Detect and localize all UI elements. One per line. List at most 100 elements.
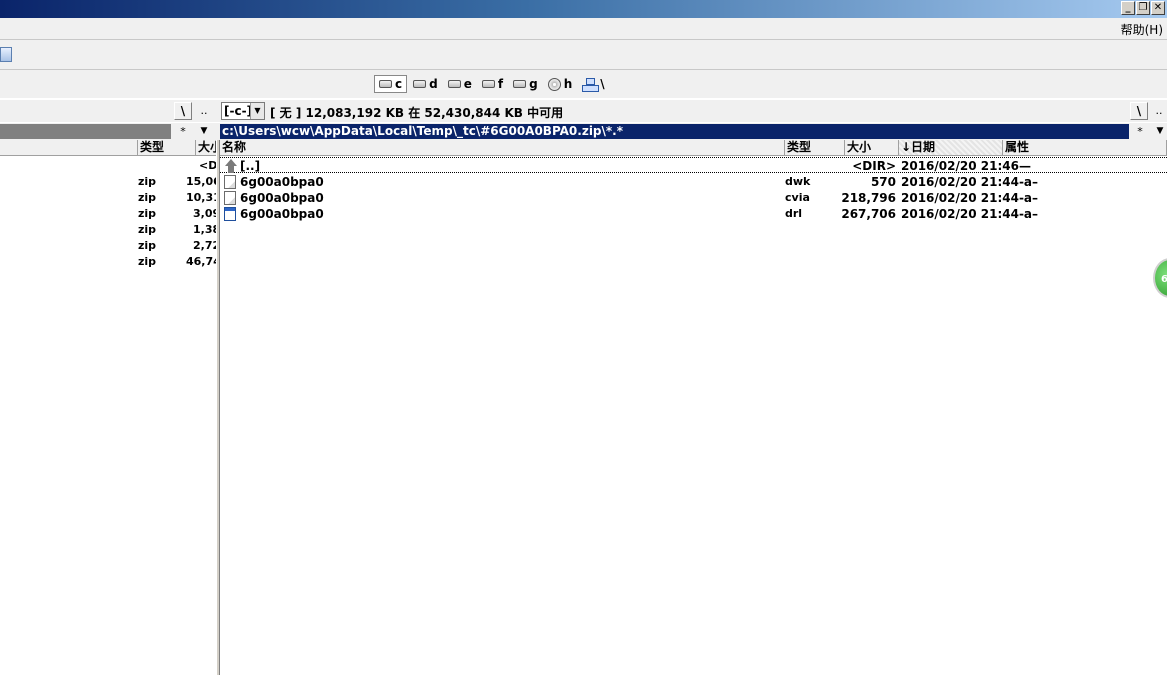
list-item[interactable]: zip 1,38 — [0, 221, 216, 237]
file-type: zip — [138, 207, 157, 220]
file-name: 6g00a0bpa0 — [240, 191, 324, 205]
drive-label: h — [563, 77, 573, 91]
file-size: 3,09 — [193, 207, 216, 220]
drive-label: d — [429, 77, 438, 91]
right-root-button[interactable]: \ — [1130, 102, 1148, 120]
file-size: 10,31 — [186, 191, 216, 204]
column-header-date[interactable]: ↓日期 — [899, 140, 1003, 156]
list-item[interactable]: zip 3,09 — [0, 205, 216, 221]
window-file-icon — [224, 207, 236, 221]
left-column-header-name[interactable] — [0, 140, 138, 156]
title-bar: _ ❐ ✕ — [0, 0, 1167, 18]
file-size: <DIR> — [852, 159, 896, 173]
right-file-panel[interactable]: 名称 类型 大小 ↓日期 属性 [..] <DIR> 2016/02/20 21… — [220, 140, 1167, 675]
file-type: zip — [138, 191, 157, 204]
left-file-panel[interactable]: 类型 大小 <DIR> zip 15,06 zip 10,31 zip 3,09… — [0, 140, 216, 675]
chevron-down-icon[interactable]: ▼ — [250, 103, 264, 119]
file-date: 2016/02/20 21:46— — [901, 159, 1031, 173]
hard-disk-icon — [447, 80, 461, 88]
window-controls: _ ❐ ✕ — [1121, 1, 1165, 15]
file-name: 6g00a0bpa0 — [240, 207, 324, 221]
right-path-bar[interactable]: c:\Users\wcw\AppData\Local\Temp\_tc\#6G0… — [220, 124, 1129, 139]
hard-disk-icon — [413, 80, 427, 88]
left-path-bar[interactable] — [0, 124, 171, 139]
file-icon — [224, 191, 236, 205]
drive-label: g — [529, 77, 538, 91]
column-header-type[interactable]: 类型 — [785, 140, 845, 156]
file-type: zip — [138, 175, 157, 188]
hard-disk-icon — [513, 80, 527, 88]
file-name: [..] — [240, 159, 261, 173]
file-type: dwk — [785, 175, 811, 188]
file-size: 2,72 — [193, 239, 216, 252]
file-size: 1,38 — [193, 223, 216, 236]
list-item[interactable]: zip 2,72 — [0, 237, 216, 253]
list-item[interactable]: zip 46,74 — [0, 253, 216, 269]
drive-button-e[interactable]: e — [444, 75, 476, 93]
file-size: 46,74 — [186, 255, 216, 268]
file-size: 15,06 — [186, 175, 216, 188]
table-row[interactable]: 6g00a0bpa0 dwk 570 2016/02/20 21:44-a– — [220, 174, 1167, 190]
network-icon — [582, 77, 600, 92]
file-size: 570 — [870, 175, 896, 189]
free-space-info: [ 无 ] 12,083,192 KB 在 52,430,844 KB 中可用 — [270, 106, 564, 120]
drive-label: e — [463, 77, 472, 91]
drive-button-c[interactable]: c — [374, 75, 408, 93]
drive-select-value: [-c-] — [224, 104, 253, 118]
list-item[interactable]: <DIR> — [0, 157, 216, 173]
drive-info-row: \ .. [-c-] ▼ [ 无 ] 12,083,192 KB 在 52,43… — [0, 100, 1167, 122]
table-row[interactable]: 6g00a0bpa0 cvia 218,796 2016/02/20 21:44… — [220, 190, 1167, 206]
right-history-button[interactable]: ▼ — [1152, 124, 1167, 139]
file-size: <DIR> — [199, 159, 216, 172]
table-row[interactable]: 6g00a0bpa0 drl 267,706 2016/02/20 21:44-… — [220, 206, 1167, 222]
list-item[interactable]: zip 10,31 — [0, 189, 216, 205]
path-row: * ▼ c:\Users\wcw\AppData\Local\Temp\_tc\… — [0, 123, 1167, 140]
file-icon — [224, 175, 236, 189]
drive-label: \ — [600, 77, 605, 91]
file-type: cvia — [785, 191, 810, 204]
drive-button-g[interactable]: g — [509, 75, 542, 93]
file-type: zip — [138, 239, 157, 252]
file-date: 2016/02/20 21:44-a– — [901, 175, 1039, 189]
up-icon — [224, 159, 237, 173]
cdrom-icon — [547, 77, 561, 91]
drive-label: f — [497, 77, 504, 91]
menu-help[interactable]: 帮助(H) — [1121, 21, 1163, 38]
right-filter-button[interactable]: * — [1132, 124, 1148, 139]
drive-button-h[interactable]: h — [544, 75, 577, 93]
restore-button[interactable]: ❐ — [1136, 1, 1150, 15]
column-header-name[interactable]: 名称 — [220, 140, 785, 156]
minimize-button[interactable]: _ — [1121, 1, 1135, 15]
file-size: 218,796 — [841, 191, 896, 205]
column-header-size[interactable]: 大小 — [845, 140, 899, 156]
drive-button-d[interactable]: d — [409, 75, 442, 93]
left-column-header-type[interactable]: 类型 — [138, 140, 196, 156]
drive-label: c — [395, 77, 403, 91]
file-type: zip — [138, 255, 157, 268]
drive-select[interactable]: [-c-] ▼ — [221, 102, 265, 120]
toolbar — [0, 40, 1167, 70]
hard-disk-icon — [481, 80, 495, 88]
file-type: drl — [785, 207, 803, 220]
table-row[interactable]: [..] <DIR> 2016/02/20 21:46— — [220, 157, 1167, 173]
drive-button-f[interactable]: f — [478, 75, 507, 93]
file-date: 2016/02/20 21:44-a– — [901, 207, 1039, 221]
calculator-icon[interactable] — [0, 47, 12, 62]
drive-bar: c d e f g h \ — [0, 70, 1167, 98]
file-name: 6g00a0bpa0 — [240, 175, 324, 189]
list-item[interactable]: zip 15,06 — [0, 173, 216, 189]
close-button[interactable]: ✕ — [1151, 1, 1165, 15]
right-up-button[interactable]: .. — [1151, 103, 1167, 118]
left-up-button[interactable]: .. — [196, 103, 212, 118]
left-column-header-size[interactable]: 大小 — [196, 140, 216, 156]
left-root-button[interactable]: \ — [174, 102, 192, 120]
left-filter-button[interactable]: * — [175, 124, 191, 139]
file-type: zip — [138, 223, 157, 236]
column-header-attributes[interactable]: 属性 — [1003, 140, 1167, 156]
left-history-button[interactable]: ▼ — [196, 124, 212, 139]
menu-bar: 帮助(H) — [0, 18, 1167, 40]
file-date: 2016/02/20 21:44-a– — [901, 191, 1039, 205]
file-size: 267,706 — [841, 207, 896, 221]
drive-button-network[interactable]: \ — [578, 75, 608, 93]
hard-disk-icon — [379, 80, 392, 88]
